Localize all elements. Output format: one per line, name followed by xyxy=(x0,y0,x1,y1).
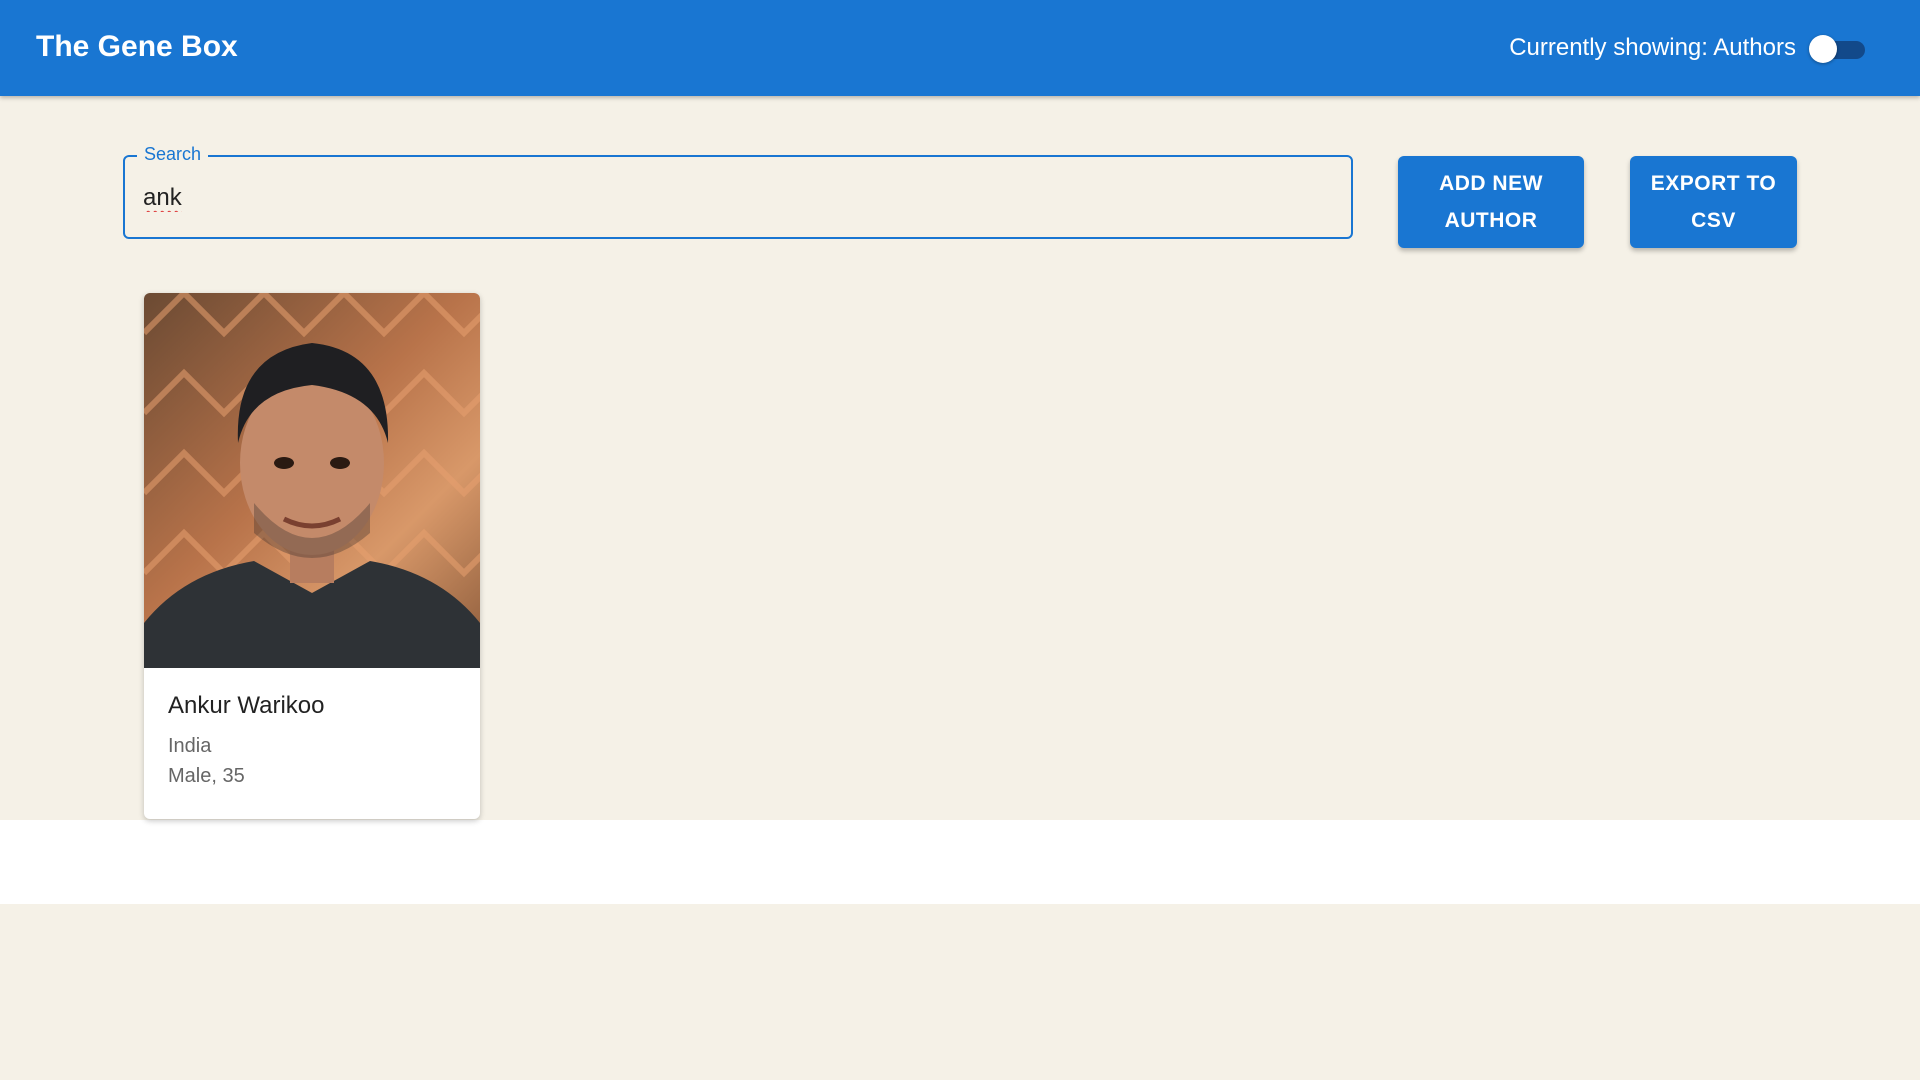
add-new-author-button[interactable]: ADD NEW AUTHOR xyxy=(1398,156,1584,248)
search-label: Search xyxy=(137,143,209,165)
export-to-csv-label-line1: EXPORT TO xyxy=(1650,172,1777,195)
author-country: India xyxy=(168,735,212,757)
toggle-thumb xyxy=(1809,35,1837,63)
app-bar: The Gene Box Currently showing: Authors xyxy=(0,0,1920,96)
search-input[interactable] xyxy=(141,177,1325,219)
author-card[interactable]: Ankur Warikoo India Male, 35 xyxy=(144,293,480,819)
export-to-csv-label-line2: CSV xyxy=(1691,209,1736,232)
search-field: Search xyxy=(123,143,1353,239)
authors-books-toggle[interactable] xyxy=(1809,32,1867,64)
page-band xyxy=(0,820,1920,904)
author-gender-age: Male, 35 xyxy=(168,765,245,787)
author-photo-illustration xyxy=(144,293,480,668)
author-card-body: Ankur Warikoo India Male, 35 xyxy=(168,691,325,791)
add-new-author-label-line2: AUTHOR xyxy=(1444,209,1538,232)
add-new-author-label-line1: ADD NEW xyxy=(1439,172,1543,195)
export-to-csv-button[interactable]: EXPORT TO CSV xyxy=(1630,156,1797,248)
app-title: The Gene Box xyxy=(36,30,238,63)
currently-showing-label: Currently showing: Authors xyxy=(1509,34,1796,61)
author-name: Ankur Warikoo xyxy=(168,692,325,719)
author-photo xyxy=(144,293,480,668)
